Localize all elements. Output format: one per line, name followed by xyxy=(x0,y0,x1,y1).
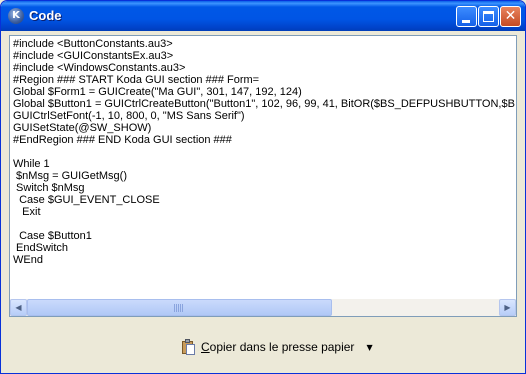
copy-button-label-rest: opier dans le presse papier xyxy=(209,340,355,354)
copy-button-label: Copier dans le presse papier xyxy=(201,340,354,354)
scroll-thumb[interactable] xyxy=(27,299,332,316)
arrow-right-icon: ▶ xyxy=(504,303,511,312)
footer-panel: Copier dans le presse papier ▼ xyxy=(1,319,525,373)
koda-app-icon[interactable]: K xyxy=(8,8,24,24)
horizontal-scrollbar[interactable]: ◀ ▶ xyxy=(10,299,516,316)
maximize-button[interactable] xyxy=(478,6,499,27)
copy-to-clipboard-button[interactable]: Copier dans le presse papier ▼ xyxy=(181,338,373,356)
close-button[interactable]: ✕ xyxy=(500,6,521,27)
clipboard-icon xyxy=(181,339,195,355)
code-content[interactable]: #include <ButtonConstants.au3> #include … xyxy=(13,38,515,298)
grip-icon xyxy=(174,304,184,312)
code-text-area[interactable]: #include <ButtonConstants.au3> #include … xyxy=(9,35,517,317)
code-window: K Code ✕ #include <ButtonConstants.au3> … xyxy=(0,0,526,374)
arrow-left-icon: ◀ xyxy=(15,303,22,312)
title-bar[interactable]: K Code ✕ xyxy=(1,1,525,31)
scroll-left-button[interactable]: ◀ xyxy=(10,299,27,316)
dropdown-arrow-icon[interactable]: ▼ xyxy=(366,343,372,352)
scroll-right-button[interactable]: ▶ xyxy=(499,299,516,316)
close-icon: ✕ xyxy=(504,8,517,24)
minimize-button[interactable] xyxy=(456,6,477,27)
window-title: Code xyxy=(29,8,62,23)
minimize-icon xyxy=(462,20,470,23)
copy-button-accesskey: C xyxy=(201,340,210,354)
maximize-icon xyxy=(483,11,494,22)
